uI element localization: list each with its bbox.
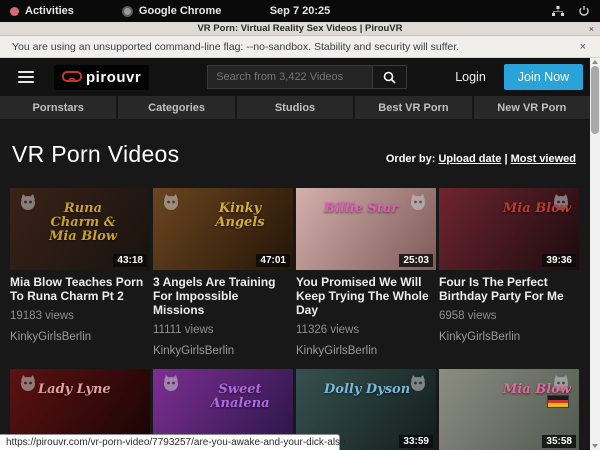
- duration-badge: 43:18: [113, 254, 147, 267]
- browser-tab-strip: VR Porn: Virtual Reality Sex Videos | Pi…: [0, 22, 600, 36]
- logo-text: pirouvr: [86, 69, 141, 86]
- tab-close-icon[interactable]: ×: [589, 24, 594, 34]
- hamburger-menu-icon[interactable]: [18, 68, 34, 86]
- search-button[interactable]: [373, 65, 407, 89]
- thumbnail-overlay-text: Lady Lyne: [38, 383, 111, 397]
- thumbnail-overlay-text: Kinky Angels: [195, 202, 285, 230]
- video-thumbnail[interactable]: Kinky Angels 47:01: [153, 188, 293, 270]
- nav-item-best-vr[interactable]: Best VR Porn: [355, 96, 471, 119]
- scrollbar-thumb[interactable]: [591, 66, 599, 134]
- duration-badge: 35:58: [542, 435, 576, 448]
- video-title-link[interactable]: 3 Angels Are Training For Impossible Mis…: [153, 275, 293, 317]
- studio-link[interactable]: KinkyGirlsBerlin: [153, 345, 293, 357]
- vr-headset-icon: [62, 71, 82, 83]
- studio-logo-icon: [408, 373, 428, 393]
- studio-link[interactable]: KinkyGirlsBerlin: [439, 331, 579, 343]
- video-thumbnail[interactable]: Mia Blow 35:58: [439, 369, 579, 450]
- video-views: 6958 views: [439, 310, 579, 322]
- page-title: VR Porn Videos: [12, 141, 179, 168]
- thumbnail-overlay-text: Billie Star: [324, 202, 398, 216]
- thumbnail-overlay-text: Runa Charm & Mia Blow: [38, 202, 128, 244]
- duration-badge: 25:03: [399, 254, 433, 267]
- search-bar: [207, 65, 407, 89]
- video-card: Billie Star 25:03 You Promised We Will K…: [296, 188, 436, 357]
- studio-logo-icon: [408, 192, 428, 212]
- order-by: Order by: Upload date | Most viewed: [386, 153, 576, 165]
- duration-badge: 47:01: [256, 254, 290, 267]
- studio-link[interactable]: KinkyGirlsBerlin: [10, 331, 150, 343]
- video-title-link[interactable]: You Promised We Will Keep Trying The Who…: [296, 275, 436, 317]
- login-link[interactable]: Login: [455, 70, 486, 84]
- video-grid: Runa Charm & Mia Blow 43:18 Mia Blow Tea…: [10, 188, 590, 450]
- warning-close-icon[interactable]: ×: [580, 41, 586, 53]
- thumbnail-overlay-text: Mia Blow: [503, 202, 571, 216]
- studio-link[interactable]: KinkyGirlsBerlin: [296, 345, 436, 357]
- video-views: 11111 views: [153, 324, 293, 336]
- video-thumbnail[interactable]: Runa Charm & Mia Blow 43:18: [10, 188, 150, 270]
- sandbox-warning-bar: You are using an unsupported command-lin…: [0, 36, 600, 58]
- system-clock[interactable]: Sep 7 20:25: [0, 5, 600, 17]
- video-thumbnail[interactable]: Mia Blow 39:36: [439, 188, 579, 270]
- power-icon[interactable]: [578, 5, 590, 17]
- warning-text: You are using an unsupported command-lin…: [12, 41, 459, 53]
- nav-item-pornstars[interactable]: Pornstars: [0, 96, 116, 119]
- video-card: Mia Blow 39:36 Four Is The Perfect Birth…: [439, 188, 579, 357]
- german-flag-icon: [547, 395, 569, 408]
- studio-logo-icon: [18, 192, 38, 212]
- duration-badge: 33:59: [399, 435, 433, 448]
- video-card: Kinky Angels 47:01 3 Angels Are Training…: [153, 188, 293, 357]
- scroll-up-icon[interactable]: [592, 60, 598, 64]
- video-thumbnail[interactable]: Billie Star 25:03: [296, 188, 436, 270]
- studio-logo-icon: [161, 373, 181, 393]
- nav-item-new-vr[interactable]: New VR Porn: [474, 96, 590, 119]
- site-logo[interactable]: pirouvr: [54, 65, 149, 90]
- browser-tab-title[interactable]: VR Porn: Virtual Reality Sex Videos | Pi…: [0, 23, 600, 34]
- video-views: 11326 views: [296, 324, 436, 336]
- join-now-button[interactable]: Join Now: [504, 64, 583, 90]
- status-url-bubble: https://pirouvr.com/vr-porn-video/779325…: [0, 434, 340, 450]
- search-icon: [383, 71, 396, 84]
- order-most-viewed-link[interactable]: Most viewed: [511, 153, 576, 165]
- nav-item-categories[interactable]: Categories: [118, 96, 234, 119]
- video-title-link[interactable]: Mia Blow Teaches Porn To Runa Charm Pt 2: [10, 275, 150, 303]
- thumbnail-overlay-text: Dolly Dyson: [324, 383, 410, 397]
- thumbnail-overlay-text: Sweet Analena: [195, 383, 285, 411]
- browser-scrollbar[interactable]: [590, 58, 600, 450]
- site-header: pirouvr Login Join Now: [0, 58, 590, 96]
- system-top-bar: Activities Google Chrome Sep 7 20:25: [0, 0, 600, 22]
- video-card: Mia Blow 35:58 Milf Teaches The Teacher …: [439, 369, 579, 450]
- studio-logo-icon: [18, 373, 38, 393]
- studio-logo-icon: [161, 192, 181, 212]
- scroll-down-icon[interactable]: [592, 444, 598, 448]
- network-icon[interactable]: [552, 6, 564, 17]
- order-upload-date-link[interactable]: Upload date: [438, 153, 501, 165]
- order-by-label: Order by:: [386, 153, 436, 165]
- video-title-link[interactable]: Four Is The Perfect Birthday Party For M…: [439, 275, 579, 303]
- webpage-viewport: pirouvr Login Join Now Pornstars Categor…: [0, 58, 590, 450]
- video-views: 19183 views: [10, 310, 150, 322]
- main-nav: Pornstars Categories Studios Best VR Por…: [0, 96, 590, 119]
- search-input[interactable]: [207, 65, 373, 89]
- nav-item-studios[interactable]: Studios: [237, 96, 353, 119]
- duration-badge: 39:36: [542, 254, 576, 267]
- video-card: Runa Charm & Mia Blow 43:18 Mia Blow Tea…: [10, 188, 150, 357]
